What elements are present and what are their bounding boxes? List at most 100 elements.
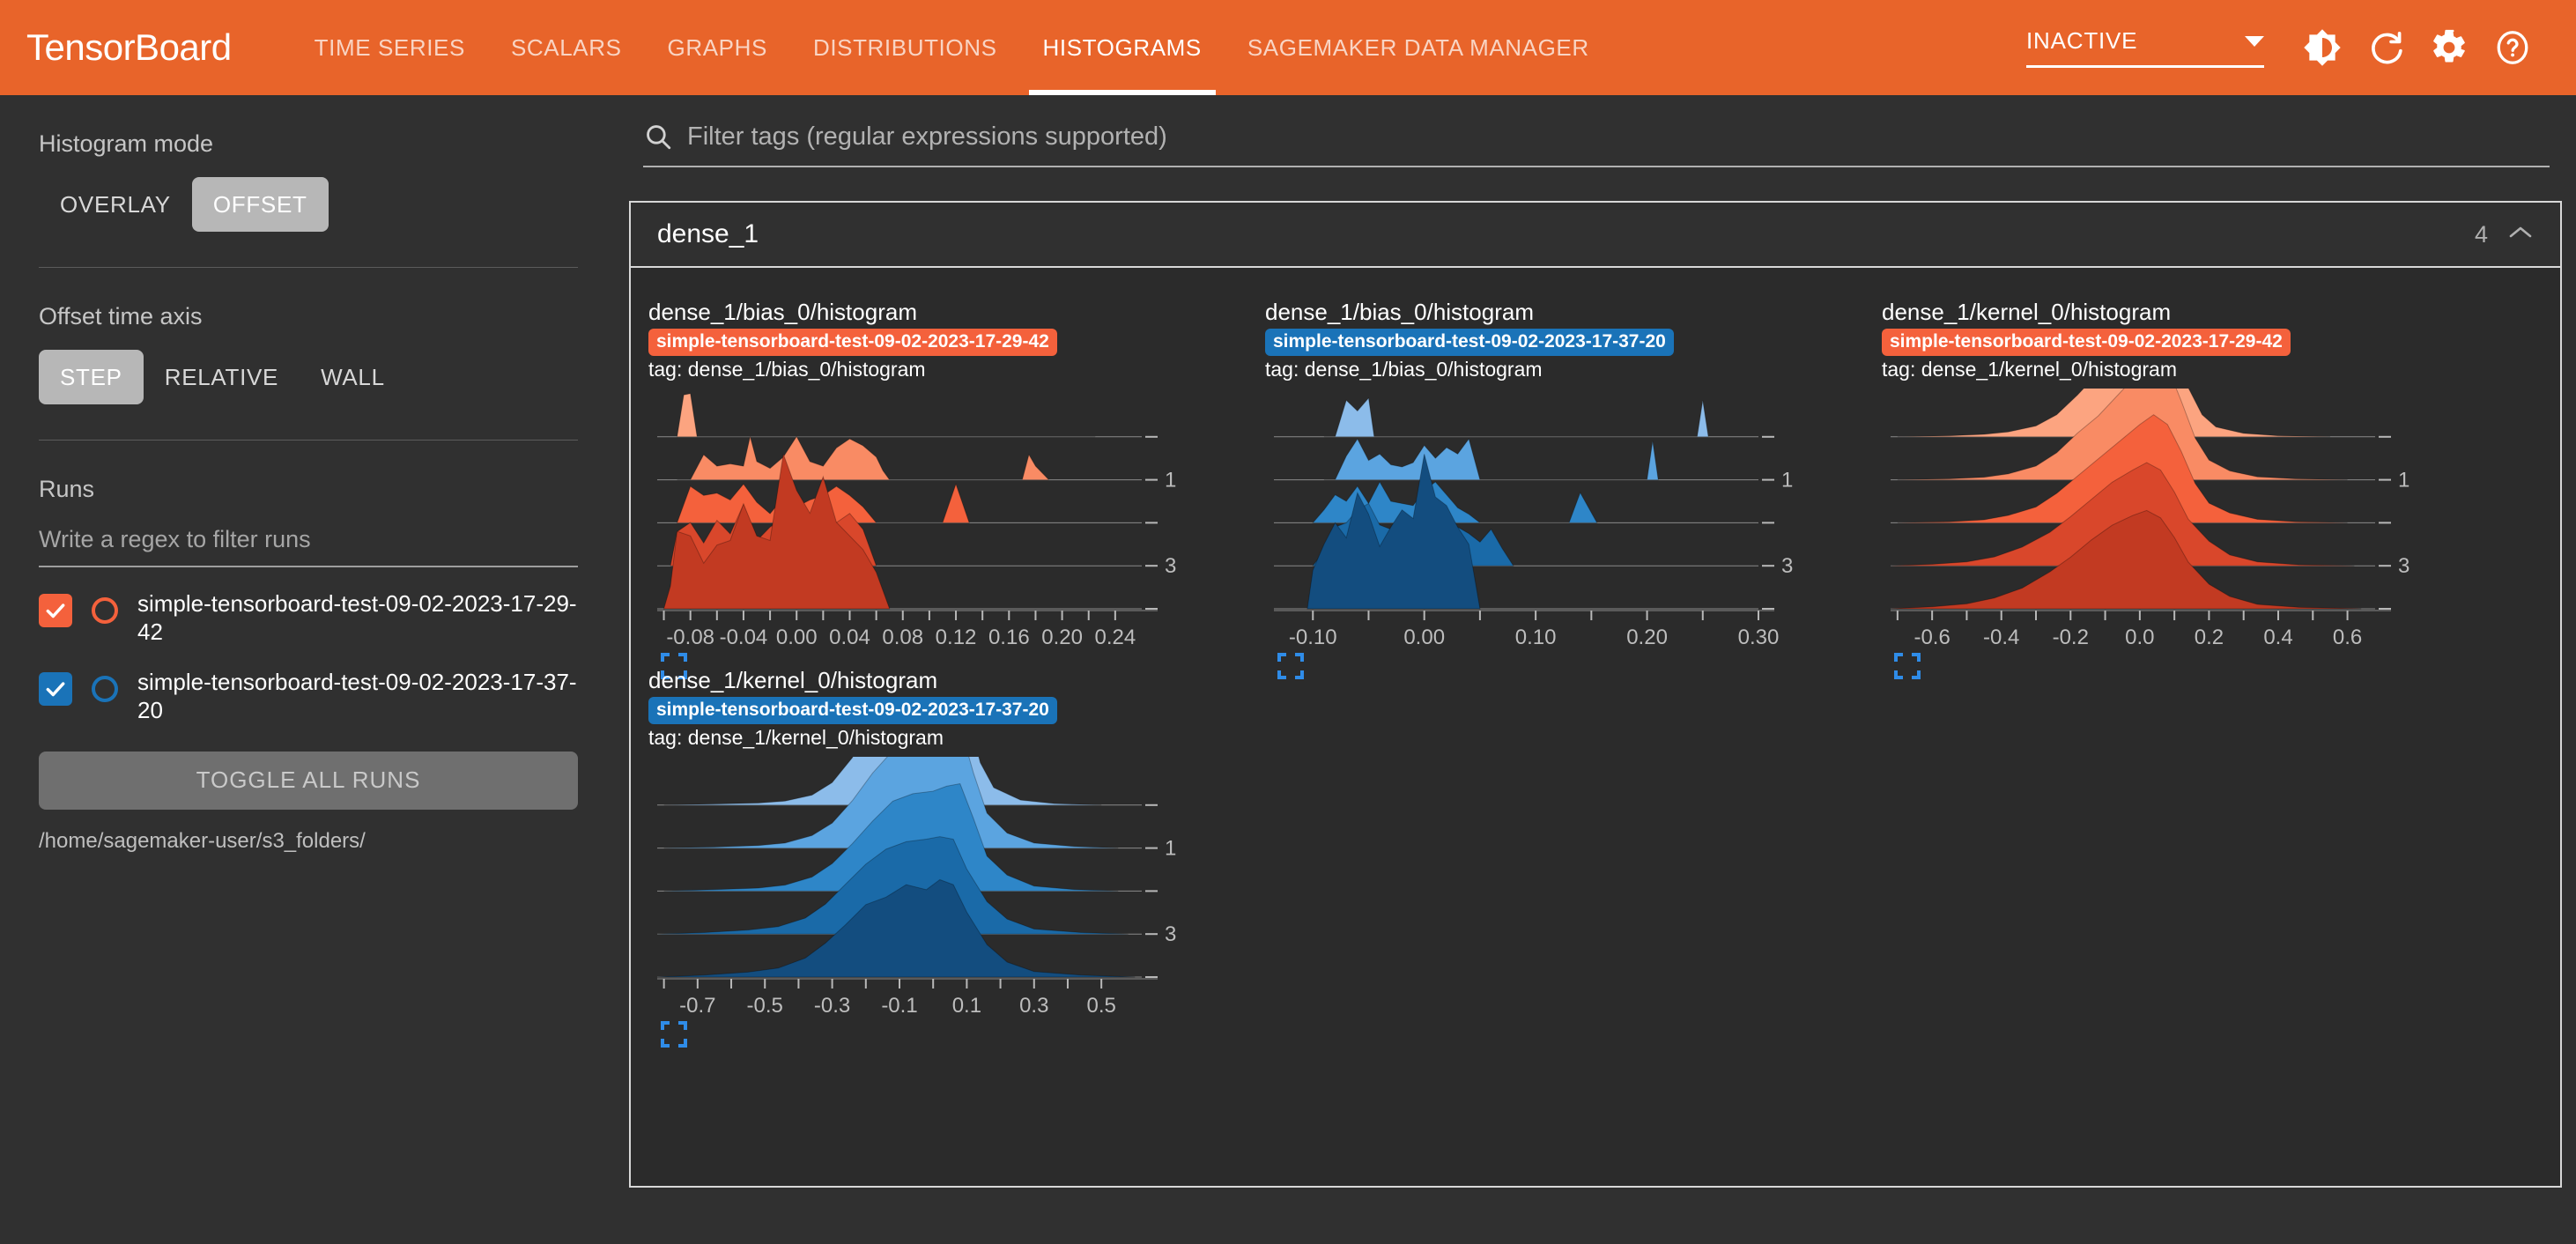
run-color-swatch[interactable] xyxy=(92,676,118,703)
histogram-ridge xyxy=(1323,438,1659,481)
runs-list: simple-tensorboard-test-09-02-2023-17-29… xyxy=(39,590,578,725)
histogram-mode-title: Histogram mode xyxy=(39,130,214,157)
nav-tab-scalars[interactable]: SCALARS xyxy=(488,0,645,95)
histogram-mode-section: Histogram mode OVERLAY OFFSET xyxy=(0,95,617,232)
histogram-plot[interactable]: 1 3 -0.6 -0.4 -0.2 0.0 0.2 0.4 0.6 xyxy=(1882,389,2481,649)
runs-title: Runs xyxy=(39,476,95,502)
svg-text:-0.10: -0.10 xyxy=(1289,626,1337,649)
brightness-icon[interactable] xyxy=(2291,16,2354,79)
tag-group-header-right: 4 xyxy=(2475,221,2534,248)
svg-text:1: 1 xyxy=(2398,469,2409,492)
gear-icon[interactable] xyxy=(2417,16,2481,79)
offset-axis-wall-button[interactable]: WALL xyxy=(300,350,406,404)
svg-text:3: 3 xyxy=(2398,554,2409,578)
histogram-chart-cell: dense_1/bias_0/histogram simple-tensorboa… xyxy=(1265,299,1864,680)
chart-tag-label: tag: dense_1/kernel_0/histogram xyxy=(1882,358,2177,381)
svg-text:0.0: 0.0 xyxy=(2125,626,2154,649)
svg-text:0.16: 0.16 xyxy=(988,626,1030,649)
chart-run-badge: simple-tensorboard-test-09-02-2023-17-29… xyxy=(1882,329,2291,357)
fullscreen-icon[interactable] xyxy=(1894,653,2481,684)
nav-tab-distributions[interactable]: DISTRIBUTIONS xyxy=(790,0,1020,95)
histogram-mode-offset-button[interactable]: OFFSET xyxy=(191,177,329,232)
tag-group-header[interactable]: dense_1 4 xyxy=(631,203,2560,268)
svg-text:-0.7: -0.7 xyxy=(679,994,715,1018)
histogram-ridge xyxy=(1890,510,2362,610)
svg-text:-0.6: -0.6 xyxy=(1913,626,1950,649)
svg-text:-0.2: -0.2 xyxy=(2053,626,2089,649)
fullscreen-icon[interactable] xyxy=(1277,653,1864,684)
chart-title: dense_1/bias_0/histogram xyxy=(1265,299,1534,325)
offset-time-axis-buttons: STEP RELATIVE WALL xyxy=(39,350,578,404)
chart-tag-label: tag: dense_1/bias_0/histogram xyxy=(648,358,926,381)
nav-tab-time-series[interactable]: TIME SERIES xyxy=(292,0,488,95)
nav-tab-histograms[interactable]: HISTOGRAMS xyxy=(1020,0,1225,95)
toggle-all-runs-button[interactable]: TOGGLE ALL RUNS xyxy=(39,751,578,810)
svg-text:1: 1 xyxy=(1781,469,1793,492)
fullscreen-icon[interactable] xyxy=(661,1021,1247,1052)
svg-text:0.00: 0.00 xyxy=(776,626,818,649)
histogram-ridge xyxy=(677,435,1049,481)
chart-title: dense_1/bias_0/histogram xyxy=(648,299,917,325)
svg-text:3: 3 xyxy=(1165,922,1176,946)
nav-tab-graphs[interactable]: GRAPHS xyxy=(645,0,790,95)
reload-icon[interactable] xyxy=(2354,16,2417,79)
svg-text:-0.1: -0.1 xyxy=(881,994,917,1018)
help-icon[interactable] xyxy=(2481,16,2544,79)
offset-axis-step-button[interactable]: STEP xyxy=(39,350,144,404)
svg-text:0.10: 0.10 xyxy=(1515,626,1557,649)
check-icon xyxy=(46,682,65,697)
run-list-item[interactable]: simple-tensorboard-test-09-02-2023-17-29… xyxy=(39,590,578,646)
header-actions: INACTIVE xyxy=(2026,16,2544,79)
svg-text:0.00: 0.00 xyxy=(1403,626,1445,649)
run-label: simple-tensorboard-test-09-02-2023-17-37… xyxy=(137,669,577,724)
runs-filter-input[interactable] xyxy=(39,522,578,567)
svg-text:0.5: 0.5 xyxy=(1086,994,1115,1018)
run-color-swatch[interactable] xyxy=(92,597,118,624)
svg-text:0.20: 0.20 xyxy=(1041,626,1083,649)
check-icon xyxy=(46,603,65,618)
offset-time-axis-title: Offset time axis xyxy=(39,303,203,330)
run-checkbox[interactable] xyxy=(39,594,72,627)
offset-time-axis-section: Offset time axis STEP RELATIVE WALL xyxy=(0,268,617,404)
tag-filter-input[interactable] xyxy=(687,122,2550,152)
run-status-dropdown[interactable]: INACTIVE xyxy=(2026,27,2264,68)
runs-section: Runs simple-tensorboard-test-09-02-2023-… xyxy=(0,441,617,854)
svg-text:0.08: 0.08 xyxy=(882,626,923,649)
histogram-mode-buttons: OVERLAY OFFSET xyxy=(39,177,578,232)
nav-tab-sagemaker-data-manager[interactable]: SAGEMAKER DATA MANAGER xyxy=(1225,0,1612,95)
histogram-plot[interactable]: 1 3 -0.10 0.00 0.10 0.20 0.30 xyxy=(1265,389,1864,649)
chart-run-badge: simple-tensorboard-test-09-02-2023-17-29… xyxy=(648,329,1057,357)
svg-text:-0.04: -0.04 xyxy=(720,626,768,649)
svg-text:0.4: 0.4 xyxy=(2263,626,2292,649)
svg-text:0.3: 0.3 xyxy=(1019,994,1048,1018)
histogram-chart-cell: dense_1/kernel_0/histogram simple-tensorb… xyxy=(648,667,1247,1048)
chart-run-badge: simple-tensorboard-test-09-02-2023-17-37… xyxy=(1265,329,1674,357)
app-brand: TensorBoard xyxy=(26,26,232,68)
svg-text:-0.08: -0.08 xyxy=(666,626,714,649)
svg-text:1: 1 xyxy=(1165,469,1176,492)
histogram-chart-cell: dense_1/kernel_0/histogram simple-tensorb… xyxy=(1882,299,2481,680)
chevron-up-icon[interactable] xyxy=(2507,224,2534,246)
logdir-path: /home/sagemaker-user/s3_folders/ xyxy=(39,828,366,853)
histogram-mode-overlay-button[interactable]: OVERLAY xyxy=(39,177,192,232)
main-content: dense_1 4 dense_1/bias_0/histogramsimple… xyxy=(617,95,2576,1244)
run-list-item[interactable]: simple-tensorboard-test-09-02-2023-17-37… xyxy=(39,669,578,724)
offset-axis-relative-button[interactable]: RELATIVE xyxy=(144,350,300,404)
histogram-plot[interactable]: 1 3 -0.7 -0.5 -0.3 -0.1 0.1 0.3 0.5 xyxy=(648,757,1247,1018)
svg-text:0.20: 0.20 xyxy=(1626,626,1668,649)
svg-text:-0.4: -0.4 xyxy=(1983,626,2019,649)
run-label: simple-tensorboard-test-09-02-2023-17-29… xyxy=(137,590,577,645)
sidebar: Histogram mode OVERLAY OFFSET Offset tim… xyxy=(0,95,617,1244)
histogram-ridge xyxy=(1323,396,1709,438)
histogram-plot[interactable]: 1 3 -0.08 -0.04 0.00 0.04 0.08 0.12 0.16 0.20 0.24 xyxy=(648,389,1247,649)
svg-text:0.04: 0.04 xyxy=(829,626,870,649)
histogram-ridge xyxy=(656,879,1136,978)
run-status-value: INACTIVE xyxy=(2026,27,2138,54)
svg-text:0.12: 0.12 xyxy=(936,626,977,649)
chart-tag-label: tag: dense_1/bias_0/histogram xyxy=(1265,358,1543,381)
tag-filter-bar xyxy=(643,122,2550,167)
run-checkbox[interactable] xyxy=(39,672,72,707)
chart-title: dense_1/kernel_0/histogram xyxy=(648,667,938,693)
chevron-down-icon xyxy=(2245,35,2264,47)
svg-text:0.6: 0.6 xyxy=(2333,626,2362,649)
